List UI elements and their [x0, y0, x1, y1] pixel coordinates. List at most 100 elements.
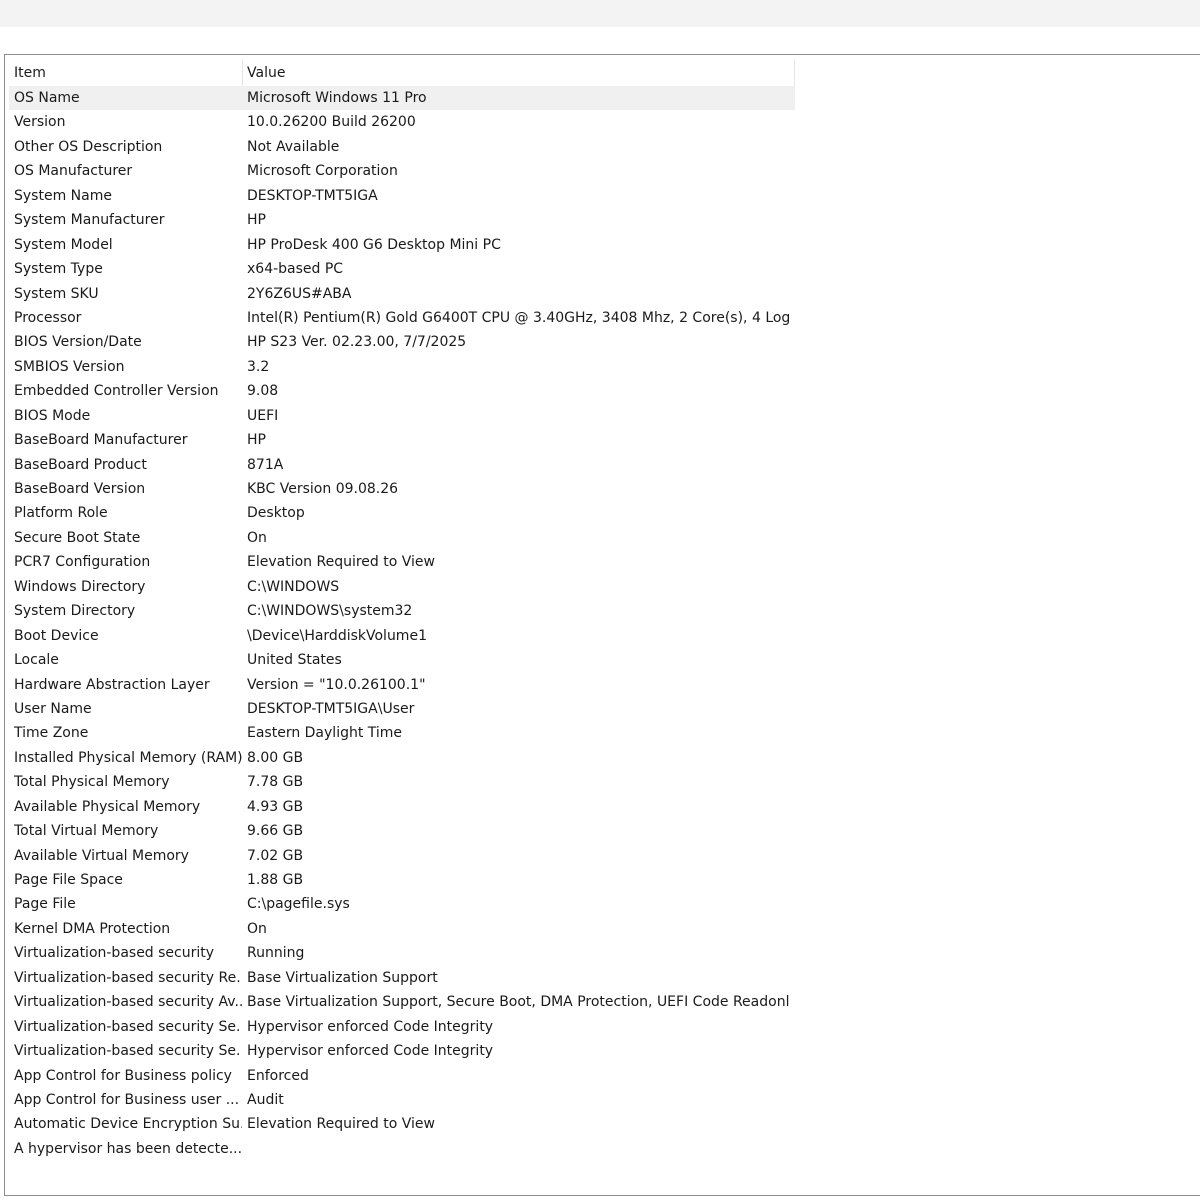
- row-item-value: DESKTOP-TMT5IGA\User: [247, 700, 415, 717]
- list-row[interactable]: Platform Role Desktop: [9, 501, 795, 525]
- row-item-value: Hypervisor enforced Code Integrity: [247, 1018, 494, 1035]
- row-item-value: Enforced: [247, 1067, 309, 1084]
- list-row[interactable]: BaseBoard Product 871A: [9, 453, 795, 477]
- row-item-value: 8.00 GB: [247, 749, 304, 766]
- list-row[interactable]: Windows Directory C:\WINDOWS: [9, 575, 795, 599]
- list-row[interactable]: Page File Space 1.88 GB: [9, 868, 795, 892]
- row-item-name: Virtualization-based security Se...: [14, 1043, 242, 1060]
- list-row[interactable]: System Directory C:\WINDOWS\system32: [9, 599, 795, 623]
- row-item-name: Kernel DMA Protection: [14, 920, 171, 937]
- list-row[interactable]: Virtualization-based security Se... Hyper…: [9, 1039, 795, 1063]
- row-item-name: BaseBoard Product: [14, 456, 147, 473]
- list-row[interactable]: BIOS Mode UEFI: [9, 404, 795, 428]
- list-row[interactable]: User Name DESKTOP-TMT5IGA\User: [9, 697, 795, 721]
- row-item-name: System Manufacturer: [14, 212, 165, 229]
- row-item-name: PCR7 Configuration: [14, 554, 151, 571]
- list-row[interactable]: Kernel DMA Protection On: [9, 917, 795, 941]
- list-row[interactable]: Version 10.0.26200 Build 26200: [9, 110, 795, 134]
- list-row[interactable]: System Type x64-based PC: [9, 257, 795, 281]
- row-item-name: User Name: [14, 700, 92, 717]
- list-row[interactable]: Total Virtual Memory 9.66 GB: [9, 819, 795, 843]
- row-item-name: SMBIOS Version: [14, 358, 125, 375]
- row-item-value: UEFI: [247, 407, 279, 424]
- list-rows: OS Name Microsoft Windows 11 Pro Version 10…: [9, 86, 795, 1161]
- list-row[interactable]: Locale United States: [9, 648, 795, 672]
- list-row[interactable]: System Model HP ProDesk 400 G6 Desktop Mi…: [9, 233, 795, 257]
- list-row[interactable]: System Manufacturer HP: [9, 208, 795, 232]
- row-item-name: Virtualization-based security Av...: [14, 994, 242, 1011]
- column-header-item[interactable]: Item: [14, 59, 239, 87]
- column-divider-end[interactable]: [794, 59, 795, 87]
- row-item-name: Page File Space: [14, 872, 123, 888]
- list-row[interactable]: System Name DESKTOP-TMT5IGA: [9, 184, 795, 208]
- list-row[interactable]: Virtualization-based security Av... Base …: [9, 990, 795, 1014]
- list-row[interactable]: Available Virtual Memory 7.02 GB: [9, 844, 795, 868]
- list-row[interactable]: Available Physical Memory 4.93 GB: [9, 795, 795, 819]
- list-row[interactable]: BaseBoard Manufacturer HP: [9, 428, 795, 452]
- row-item-value: Not Available: [247, 138, 340, 155]
- list-row[interactable]: Secure Boot State On: [9, 526, 795, 550]
- list-row[interactable]: Virtualization-based security Re... Base …: [9, 966, 795, 990]
- row-item-name: BIOS Version/Date: [14, 334, 142, 351]
- row-item-value: 2Y6Z6US#ABA: [247, 285, 352, 302]
- row-item-value: Audit: [247, 1091, 284, 1108]
- list-row[interactable]: System SKU 2Y6Z6US#ABA: [9, 282, 795, 306]
- row-item-name: Installed Physical Memory (RAM): [14, 749, 242, 766]
- list-row[interactable]: Virtualization-based security Running: [9, 941, 795, 965]
- row-item-value: C:\WINDOWS\system32: [247, 603, 413, 620]
- list-row[interactable]: Embedded Controller Version 9.08: [9, 379, 795, 403]
- row-item-value: 9.08: [247, 383, 279, 400]
- row-item-value: 4.93 GB: [247, 798, 304, 815]
- row-item-name: Embedded Controller Version: [14, 383, 219, 400]
- list-row[interactable]: Page File C:\pagefile.sys: [9, 892, 795, 916]
- list-row[interactable]: Other OS Description Not Available: [9, 135, 795, 159]
- list-row[interactable]: Processor Intel(R) Pentium(R) Gold G6400T…: [9, 306, 795, 330]
- row-item-name: BaseBoard Manufacturer: [14, 432, 188, 449]
- row-item-value: HP S23 Ver. 02.23.00, 7/7/2025: [247, 334, 467, 351]
- row-item-name: Other OS Description: [14, 138, 163, 155]
- list-row[interactable]: BIOS Version/Date HP S23 Ver. 02.23.00, 7…: [9, 330, 795, 354]
- list-row[interactable]: Installed Physical Memory (RAM) 8.00 GB: [9, 746, 795, 770]
- list-row[interactable]: PCR7 Configuration Elevation Required to …: [9, 550, 795, 574]
- list-row[interactable]: Virtualization-based security Se... Hyper…: [9, 1015, 795, 1039]
- row-item-name: Platform Role: [14, 505, 108, 522]
- list-row[interactable]: Hardware Abstraction Layer Version = "10.…: [9, 673, 795, 697]
- row-item-name: Total Physical Memory: [14, 774, 170, 791]
- row-item-value: 3.2: [247, 358, 270, 375]
- column-header-value[interactable]: Value: [247, 59, 787, 87]
- row-item-value: KBC Version 09.08.26: [247, 481, 399, 497]
- list-row[interactable]: A hypervisor has been detecte...: [9, 1137, 795, 1161]
- list-header: Item Value: [9, 59, 795, 88]
- row-item-value: C:\WINDOWS: [247, 578, 340, 595]
- row-item-value: Hypervisor enforced Code Integrity: [247, 1043, 494, 1060]
- list-row[interactable]: SMBIOS Version 3.2: [9, 355, 795, 379]
- row-item-value: On: [247, 920, 267, 937]
- column-divider[interactable]: [242, 59, 243, 87]
- row-item-value: HP: [247, 212, 266, 229]
- list-row[interactable]: Time Zone Eastern Daylight Time: [9, 721, 795, 745]
- list-row[interactable]: BaseBoard Version KBC Version 09.08.26: [9, 477, 795, 501]
- list-row[interactable]: Automatic Device Encryption Su... Elevati…: [9, 1112, 795, 1136]
- row-item-name: Automatic Device Encryption Su...: [14, 1116, 242, 1133]
- row-item-value: Version = "10.0.26100.1": [247, 676, 426, 693]
- row-item-name: A hypervisor has been detecte...: [14, 1140, 242, 1157]
- row-item-name: App Control for Business policy: [14, 1067, 232, 1084]
- row-item-value: Elevation Required to View: [247, 554, 435, 571]
- list-row[interactable]: Boot Device \Device\HarddiskVolume1: [9, 624, 795, 648]
- row-item-value: Eastern Daylight Time: [247, 725, 403, 742]
- list-row[interactable]: App Control for Business policy Enforced: [9, 1064, 795, 1088]
- list-row[interactable]: OS Manufacturer Microsoft Corporation: [9, 159, 795, 183]
- system-summary-list[interactable]: Item Value OS Name Microsoft Windows 11 P…: [4, 54, 1200, 1196]
- row-item-name: Version: [14, 114, 66, 131]
- list-row[interactable]: Total Physical Memory 7.78 GB: [9, 770, 795, 794]
- row-item-name: System Name: [14, 187, 112, 204]
- row-item-name: Available Physical Memory: [14, 798, 201, 815]
- row-item-name: OS Manufacturer: [14, 163, 133, 180]
- list-row[interactable]: OS Name Microsoft Windows 11 Pro: [9, 86, 795, 111]
- row-item-name: BaseBoard Version: [14, 481, 146, 497]
- row-item-value: Base Virtualization Support: [247, 969, 438, 986]
- row-item-value: 871A: [247, 456, 284, 473]
- row-item-value: x64-based PC: [247, 261, 344, 278]
- row-item-value: HP ProDesk 400 G6 Desktop Mini PC: [247, 236, 501, 253]
- list-row[interactable]: App Control for Business user ... Audit: [9, 1088, 795, 1112]
